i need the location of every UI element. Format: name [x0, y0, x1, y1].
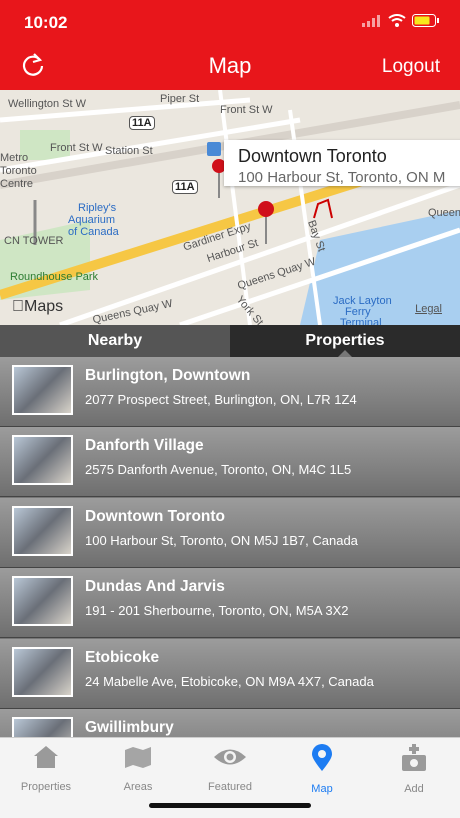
tab-add[interactable]: Add — [368, 744, 460, 795]
tab-nearby[interactable]: Nearby — [0, 325, 230, 357]
status-time: 10:02 — [24, 13, 68, 32]
tab-label: Featured — [207, 781, 253, 793]
map-label: Toronto — [0, 165, 37, 177]
map-area-icon — [125, 747, 151, 768]
eye-icon — [214, 749, 246, 765]
property-thumbnail — [12, 365, 73, 415]
map-pin-icon — [312, 744, 332, 771]
tab-label: Add — [404, 783, 424, 795]
map-label: Wellington St W — [8, 98, 87, 110]
property-address: 24 Mabelle Ave, Etobicoke, ON M9A 4X7, C… — [85, 674, 374, 689]
map-label: Terminal — [340, 317, 382, 325]
map-label: Metro — [0, 152, 29, 164]
map-roads — [0, 90, 460, 325]
apple-maps-logo: Maps — [12, 298, 63, 316]
map-view[interactable]: Wellington St W Piper St Front St W Fron… — [0, 90, 460, 325]
property-thumbnail — [12, 576, 73, 626]
map-pin-red-icon[interactable] — [256, 200, 276, 244]
signal-icon — [362, 14, 380, 27]
list-item[interactable]: Etobicoke 24 Mabelle Ave, Etobicoke, ON … — [0, 639, 460, 709]
map-label: Front St W — [50, 142, 103, 154]
map-label: Station St — [105, 145, 153, 157]
battery-icon — [412, 14, 439, 27]
house-icon — [34, 746, 58, 768]
property-thumbnail — [12, 717, 73, 737]
list-item[interactable]: Dundas And Jarvis 191 - 201 Sherbourne, … — [0, 568, 460, 638]
callout-title: Downtown Toronto — [238, 146, 387, 166]
property-name: Burlington, Downtown — [85, 367, 251, 384]
header-bar: 10:02 Map Logout — [0, 0, 460, 90]
tab-label: Properties — [20, 781, 72, 793]
add-camera-icon — [402, 744, 426, 771]
segment-tabs: Nearby Properties — [0, 325, 460, 358]
property-thumbnail — [12, 506, 73, 556]
property-thumbnail — [12, 435, 73, 485]
list-item[interactable]: Gwillimbury — [0, 709, 460, 737]
tab-properties[interactable]: Properties — [230, 325, 460, 358]
list-item[interactable]: Burlington, Downtown 2077 Prospect Stree… — [0, 357, 460, 427]
map-label: Centre — [0, 178, 34, 190]
list-item[interactable]: Danforth Village 2575 Danforth Avenue, T… — [0, 427, 460, 497]
map-label: Front St W — [220, 104, 273, 116]
map-callout[interactable]: Downtown Toronto 100 Harbour St, Toronto… — [224, 140, 460, 186]
property-name: Dundas And Jarvis — [85, 578, 225, 595]
map-label: Piper St — [160, 93, 200, 105]
property-thumbnail — [12, 647, 73, 697]
apple-logo-icon:  — [12, 298, 24, 315]
property-address: 191 - 201 Sherbourne, Toronto, ON, M5A 3… — [85, 603, 349, 618]
maps-attribution: Maps — [12, 298, 63, 315]
property-list[interactable]: Burlington, Downtown 2077 Prospect Stree… — [0, 357, 460, 737]
wifi-icon — [388, 14, 406, 27]
property-name: Downtown Toronto — [85, 508, 226, 525]
status-icons — [362, 14, 440, 27]
tab-properties-bottom[interactable]: Properties — [0, 744, 92, 793]
map-label: Roundhouse Park — [10, 271, 99, 283]
property-name: Gwillimbury — [85, 719, 174, 736]
map-label: Ripley's — [78, 202, 117, 214]
tab-map[interactable]: Map — [276, 744, 368, 795]
property-name: Etobicoke — [85, 649, 160, 666]
property-address: 100 Harbour St, Toronto, ON M5J 1B7, Can… — [85, 533, 358, 548]
logout-button[interactable]: Logout — [382, 56, 440, 78]
map-label: Queens — [428, 207, 460, 219]
highway-shield: 11A — [172, 180, 198, 194]
tab-featured[interactable]: Featured — [184, 744, 276, 793]
legal-link[interactable]: Legal — [415, 303, 442, 315]
map-label: CN TOWER — [4, 235, 64, 247]
home-indicator — [149, 803, 311, 808]
highway-shield: 11A — [129, 116, 155, 130]
property-address: 2077 Prospect Street, Burlington, ON, L7… — [85, 392, 357, 407]
callout-subtitle: 100 Harbour St, Toronto, ON M — [238, 169, 446, 186]
map-label: Aquarium — [68, 214, 116, 226]
tab-label: Map — [311, 783, 333, 795]
map-label: of Canada — [68, 226, 119, 238]
property-name: Danforth Village — [85, 437, 204, 454]
tab-areas[interactable]: Areas — [92, 744, 184, 793]
property-address: 2575 Danforth Avenue, Toronto, ON, M4C 1… — [85, 462, 352, 477]
tab-label: Areas — [123, 781, 153, 793]
list-item[interactable]: Downtown Toronto 100 Harbour St, Toronto… — [0, 498, 460, 568]
